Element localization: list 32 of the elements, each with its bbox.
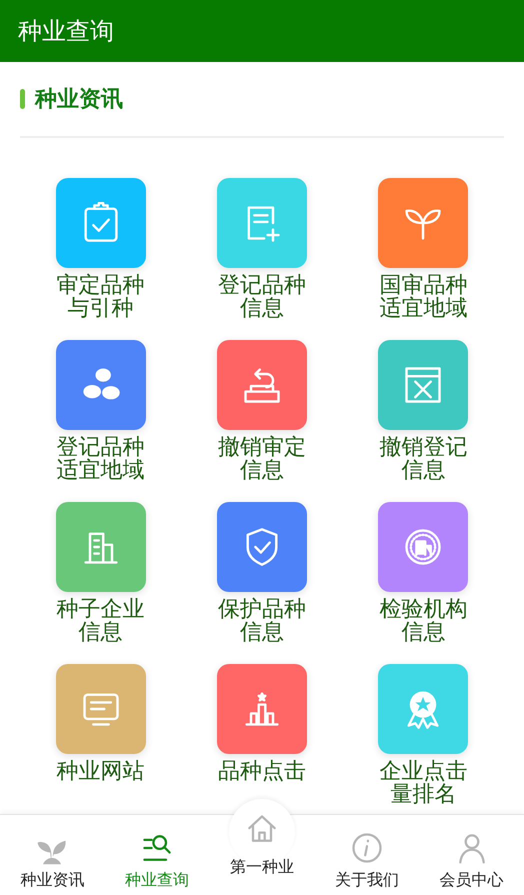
menu-tile[interactable]: 撤销登记信息 [342, 340, 504, 482]
menu-tile[interactable]: 企业点击量排名 [342, 664, 504, 806]
tile-label: 品种点击 [216, 760, 307, 783]
tile-label: 企业点击量排名 [378, 760, 468, 806]
tile-label: 登记品种信息 [216, 274, 307, 320]
tile-label: 审定品种与引种 [56, 274, 146, 320]
page-title: 种业查询 [18, 16, 114, 47]
menu-tile[interactable]: 撤销审定信息 [181, 340, 343, 482]
menu-tile[interactable]: 检验机构信息 [342, 502, 504, 644]
menu-tile[interactable]: 审定品种与引种 [20, 178, 182, 320]
menu-tile[interactable]: 保护品种信息 [181, 502, 343, 644]
nav-tab[interactable]: 关于我们 [314, 815, 420, 895]
tile-label: 种子企业信息 [56, 598, 146, 644]
menu-tile[interactable]: 种子企业信息 [20, 502, 182, 644]
menu-tile[interactable]: 种业网站 [20, 664, 182, 783]
tile-label: 检验机构信息 [378, 598, 468, 644]
menu-tile[interactable]: 登记品种信息 [181, 178, 343, 320]
accent-bar [20, 89, 25, 109]
tile-label: 撤销审定信息 [216, 436, 307, 482]
nav-tab[interactable]: 种业查询 [104, 815, 210, 895]
tile-label: 保护品种信息 [216, 598, 307, 644]
menu-tile[interactable]: 国审品种适宜地域 [342, 178, 504, 320]
tile-label: 种业网站 [56, 760, 146, 783]
tile-label: 撤销登记信息 [378, 436, 468, 482]
tile-label: 登记品种适宜地域 [56, 436, 146, 482]
section-title: 种业资讯 [35, 86, 123, 114]
menu-tile[interactable]: 登记品种适宜地域 [20, 340, 182, 482]
nav-tab[interactable]: 会员中心 [419, 815, 524, 895]
menu-tile[interactable]: 品种点击 [181, 664, 343, 783]
nav-tab[interactable]: 第一种业 [210, 799, 314, 895]
tile-label: 国审品种适宜地域 [378, 274, 468, 320]
nav-tab[interactable]: 种业资讯 [0, 815, 105, 895]
